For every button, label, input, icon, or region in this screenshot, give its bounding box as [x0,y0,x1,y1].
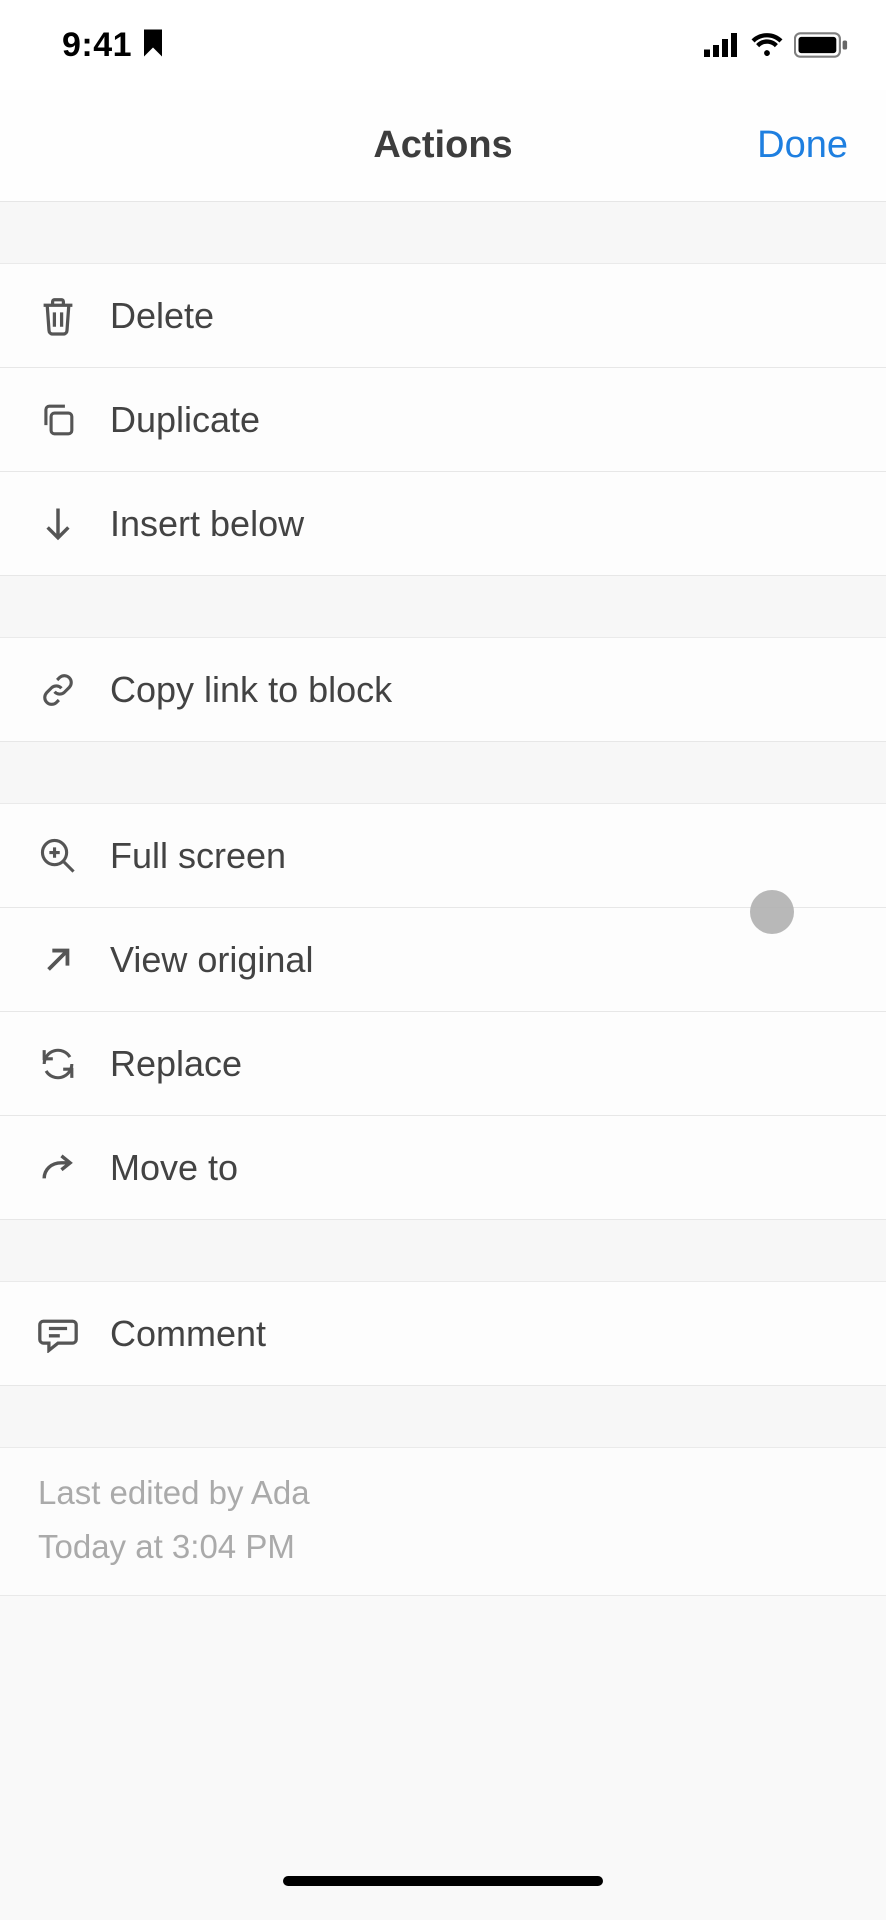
status-left: 9:41 [62,26,164,65]
duplicate-icon [38,400,78,440]
cellular-icon [704,33,740,57]
section-gap [0,202,886,264]
edited-by: Last edited by Ada [38,1466,848,1520]
action-replace[interactable]: Replace [0,1012,886,1116]
action-copy-link[interactable]: Copy link to block [0,638,886,742]
action-full-screen[interactable]: Full screen [0,804,886,908]
action-label: Move to [110,1147,238,1189]
action-label: Full screen [110,835,286,877]
action-duplicate[interactable]: Duplicate [0,368,886,472]
action-label: Comment [110,1313,266,1355]
action-label: Copy link to block [110,669,392,711]
bookmark-icon [142,28,164,63]
comment-icon [38,1314,78,1354]
edited-at: Today at 3:04 PM [38,1520,848,1574]
touch-indicator [750,890,794,934]
section-gap [0,1386,886,1448]
action-insert-below[interactable]: Insert below [0,472,886,576]
arrow-right-curve-icon [38,1148,78,1188]
home-indicator[interactable] [283,1876,603,1886]
wifi-icon [750,33,784,57]
action-delete[interactable]: Delete [0,264,886,368]
status-time: 9:41 [62,26,132,65]
action-label: Insert below [110,503,304,545]
link-icon [38,670,78,710]
home-indicator-wrap [0,1872,886,1920]
replace-icon [38,1044,78,1084]
arrow-out-icon [38,940,78,980]
status-bar: 9:41 [0,0,886,90]
meta-section: Last edited by Ada Today at 3:04 PM [0,1448,886,1596]
action-comment[interactable]: Comment [0,1282,886,1386]
action-label: Duplicate [110,399,260,441]
action-label: Replace [110,1043,242,1085]
action-label: Delete [110,295,214,337]
trash-icon [38,296,78,336]
section-gap [0,742,886,804]
status-right [704,32,848,58]
nav-header: Actions Done [0,90,886,202]
section-gap [0,576,886,638]
battery-icon [794,32,848,58]
arrow-down-icon [38,504,78,544]
page-title: Actions [373,124,512,167]
section-gap [0,1220,886,1282]
zoom-plus-icon [38,836,78,876]
action-label: View original [110,939,313,981]
done-button[interactable]: Done [757,124,848,167]
empty-space [0,1596,886,1872]
action-move-to[interactable]: Move to [0,1116,886,1220]
